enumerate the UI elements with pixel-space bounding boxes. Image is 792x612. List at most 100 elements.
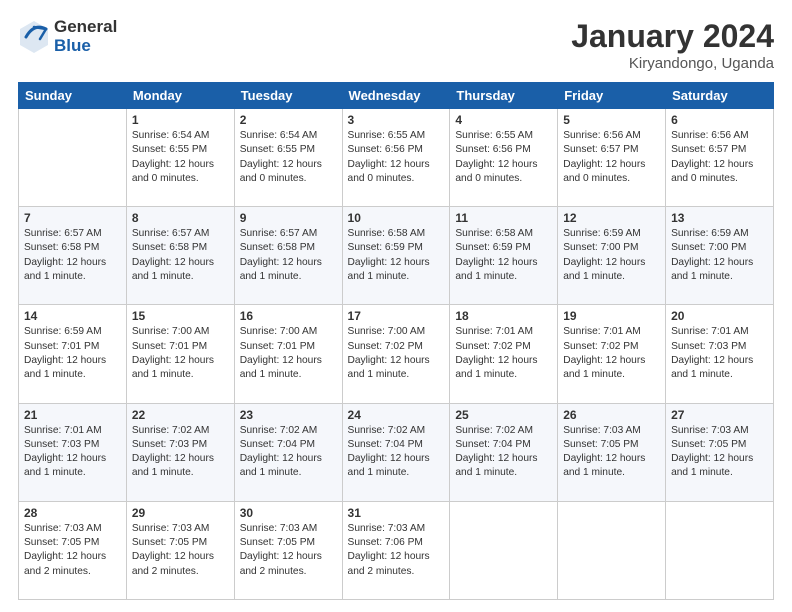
day-number: 16 — [240, 309, 337, 323]
table-row: 23 Sunrise: 7:02 AMSunset: 7:04 PMDayligh… — [234, 403, 342, 501]
day-number: 28 — [24, 506, 121, 520]
table-row: 6 Sunrise: 6:56 AMSunset: 6:57 PMDaylight… — [666, 109, 774, 207]
table-row: 27 Sunrise: 7:03 AMSunset: 7:05 PMDayligh… — [666, 403, 774, 501]
day-number: 19 — [563, 309, 660, 323]
cell-info: Sunrise: 6:55 AMSunset: 6:56 PMDaylight:… — [348, 129, 445, 186]
header-monday: Monday — [126, 83, 234, 109]
table-row: 12 Sunrise: 6:59 AMSunset: 7:00 PMDayligh… — [558, 207, 666, 305]
cell-info: Sunrise: 6:59 AMSunset: 7:00 PMDaylight:… — [671, 227, 768, 284]
day-number: 4 — [455, 113, 552, 127]
cell-info: Sunrise: 7:03 AMSunset: 7:05 PMDaylight:… — [671, 424, 768, 481]
cell-info: Sunrise: 7:00 AMSunset: 7:01 PMDaylight:… — [132, 325, 229, 382]
header-wednesday: Wednesday — [342, 83, 450, 109]
table-row: 26 Sunrise: 7:03 AMSunset: 7:05 PMDayligh… — [558, 403, 666, 501]
table-row: 21Sunrise: 7:01 AMSunset: 7:03 PMDayligh… — [19, 403, 127, 501]
day-number: 9 — [240, 211, 337, 225]
table-row: 15 Sunrise: 7:00 AMSunset: 7:01 PMDayligh… — [126, 305, 234, 403]
table-row: 24 Sunrise: 7:02 AMSunset: 7:04 PMDayligh… — [342, 403, 450, 501]
calendar-table: Sunday Monday Tuesday Wednesday Thursday… — [18, 82, 774, 600]
cell-info: Sunrise: 6:57 AMSunset: 6:58 PMDaylight:… — [24, 227, 121, 284]
calendar-week-row: 1Sunrise: 6:54 AMSunset: 6:55 PMDaylight… — [19, 109, 774, 207]
table-row: 18Sunrise: 7:01 AMSunset: 7:02 PMDayligh… — [450, 305, 558, 403]
logo-general-text: General — [54, 18, 117, 37]
table-row: 1Sunrise: 6:54 AMSunset: 6:55 PMDaylight… — [126, 109, 234, 207]
day-number: 15 — [132, 309, 229, 323]
month-title: January 2024 — [571, 18, 774, 55]
location: Kiryandongo, Uganda — [571, 55, 774, 72]
logo: General Blue — [18, 18, 117, 55]
table-row: 11Sunrise: 6:58 AMSunset: 6:59 PMDayligh… — [450, 207, 558, 305]
day-number: 25 — [455, 408, 552, 422]
cell-info: Sunrise: 7:01 AMSunset: 7:02 PMDaylight:… — [563, 325, 660, 382]
cell-info: Sunrise: 6:54 AMSunset: 6:55 PMDaylight:… — [240, 129, 337, 186]
cell-info: Sunrise: 6:57 AMSunset: 6:58 PMDaylight:… — [240, 227, 337, 284]
logo-text: General Blue — [54, 18, 117, 55]
cell-info: Sunrise: 7:00 AMSunset: 7:01 PMDaylight:… — [240, 325, 337, 382]
table-row — [558, 501, 666, 599]
day-number: 26 — [563, 408, 660, 422]
table-row — [666, 501, 774, 599]
cell-info: Sunrise: 7:02 AMSunset: 7:04 PMDaylight:… — [348, 424, 445, 481]
table-row: 10Sunrise: 6:58 AMSunset: 6:59 PMDayligh… — [342, 207, 450, 305]
day-number: 29 — [132, 506, 229, 520]
header-sunday: Sunday — [19, 83, 127, 109]
title-area: January 2024 Kiryandongo, Uganda — [571, 18, 774, 72]
cell-info: Sunrise: 7:03 AMSunset: 7:06 PMDaylight:… — [348, 522, 445, 579]
table-row: 9 Sunrise: 6:57 AMSunset: 6:58 PMDaylight… — [234, 207, 342, 305]
table-row: 7 Sunrise: 6:57 AMSunset: 6:58 PMDaylight… — [19, 207, 127, 305]
header-tuesday: Tuesday — [234, 83, 342, 109]
day-number: 21 — [24, 408, 121, 422]
weekday-header-row: Sunday Monday Tuesday Wednesday Thursday… — [19, 83, 774, 109]
header-saturday: Saturday — [666, 83, 774, 109]
table-row: 20Sunrise: 7:01 AMSunset: 7:03 PMDayligh… — [666, 305, 774, 403]
table-row: 8Sunrise: 6:57 AMSunset: 6:58 PMDaylight… — [126, 207, 234, 305]
table-row: 14 Sunrise: 6:59 AMSunset: 7:01 PMDayligh… — [19, 305, 127, 403]
cell-info: Sunrise: 7:03 AMSunset: 7:05 PMDaylight:… — [240, 522, 337, 579]
header-friday: Friday — [558, 83, 666, 109]
table-row — [19, 109, 127, 207]
day-number: 18 — [455, 309, 552, 323]
cell-info: Sunrise: 6:57 AMSunset: 6:58 PMDaylight:… — [132, 227, 229, 284]
calendar-week-row: 28 Sunrise: 7:03 AMSunset: 7:05 PMDayligh… — [19, 501, 774, 599]
table-row — [450, 501, 558, 599]
table-row: 13 Sunrise: 6:59 AMSunset: 7:00 PMDayligh… — [666, 207, 774, 305]
day-number: 7 — [24, 211, 121, 225]
day-number: 20 — [671, 309, 768, 323]
day-number: 27 — [671, 408, 768, 422]
day-number: 30 — [240, 506, 337, 520]
day-number: 14 — [24, 309, 121, 323]
cell-info: Sunrise: 6:54 AMSunset: 6:55 PMDaylight:… — [132, 129, 229, 186]
table-row: 29 Sunrise: 7:03 AMSunset: 7:05 PMDayligh… — [126, 501, 234, 599]
cell-info: Sunrise: 6:56 AMSunset: 6:57 PMDaylight:… — [671, 129, 768, 186]
day-number: 17 — [348, 309, 445, 323]
table-row: 30 Sunrise: 7:03 AMSunset: 7:05 PMDayligh… — [234, 501, 342, 599]
table-row: 2Sunrise: 6:54 AMSunset: 6:55 PMDaylight… — [234, 109, 342, 207]
table-row: 28Sunrise: 7:03 AMSunset: 7:05 PMDayligh… — [19, 501, 127, 599]
table-row: 5 Sunrise: 6:56 AMSunset: 6:57 PMDaylight… — [558, 109, 666, 207]
day-number: 3 — [348, 113, 445, 127]
cell-info: Sunrise: 7:03 AMSunset: 7:05 PMDaylight:… — [563, 424, 660, 481]
page: General Blue January 2024 Kiryandongo, U… — [0, 0, 792, 612]
cell-info: Sunrise: 6:59 AMSunset: 7:00 PMDaylight:… — [563, 227, 660, 284]
day-number: 12 — [563, 211, 660, 225]
calendar-week-row: 21Sunrise: 7:01 AMSunset: 7:03 PMDayligh… — [19, 403, 774, 501]
day-number: 6 — [671, 113, 768, 127]
table-row: 25Sunrise: 7:02 AMSunset: 7:04 PMDayligh… — [450, 403, 558, 501]
cell-info: Sunrise: 7:02 AMSunset: 7:03 PMDaylight:… — [132, 424, 229, 481]
day-number: 23 — [240, 408, 337, 422]
day-number: 24 — [348, 408, 445, 422]
cell-info: Sunrise: 6:56 AMSunset: 6:57 PMDaylight:… — [563, 129, 660, 186]
day-number: 13 — [671, 211, 768, 225]
table-row: 31Sunrise: 7:03 AMSunset: 7:06 PMDayligh… — [342, 501, 450, 599]
cell-info: Sunrise: 6:55 AMSunset: 6:56 PMDaylight:… — [455, 129, 552, 186]
cell-info: Sunrise: 6:59 AMSunset: 7:01 PMDaylight:… — [24, 325, 121, 382]
table-row: 22Sunrise: 7:02 AMSunset: 7:03 PMDayligh… — [126, 403, 234, 501]
logo-icon — [18, 19, 50, 55]
cell-info: Sunrise: 7:02 AMSunset: 7:04 PMDaylight:… — [240, 424, 337, 481]
calendar-week-row: 14 Sunrise: 6:59 AMSunset: 7:01 PMDayligh… — [19, 305, 774, 403]
day-number: 5 — [563, 113, 660, 127]
table-row: 3 Sunrise: 6:55 AMSunset: 6:56 PMDaylight… — [342, 109, 450, 207]
logo-blue-text: Blue — [54, 37, 117, 56]
cell-info: Sunrise: 7:03 AMSunset: 7:05 PMDaylight:… — [132, 522, 229, 579]
day-number: 10 — [348, 211, 445, 225]
